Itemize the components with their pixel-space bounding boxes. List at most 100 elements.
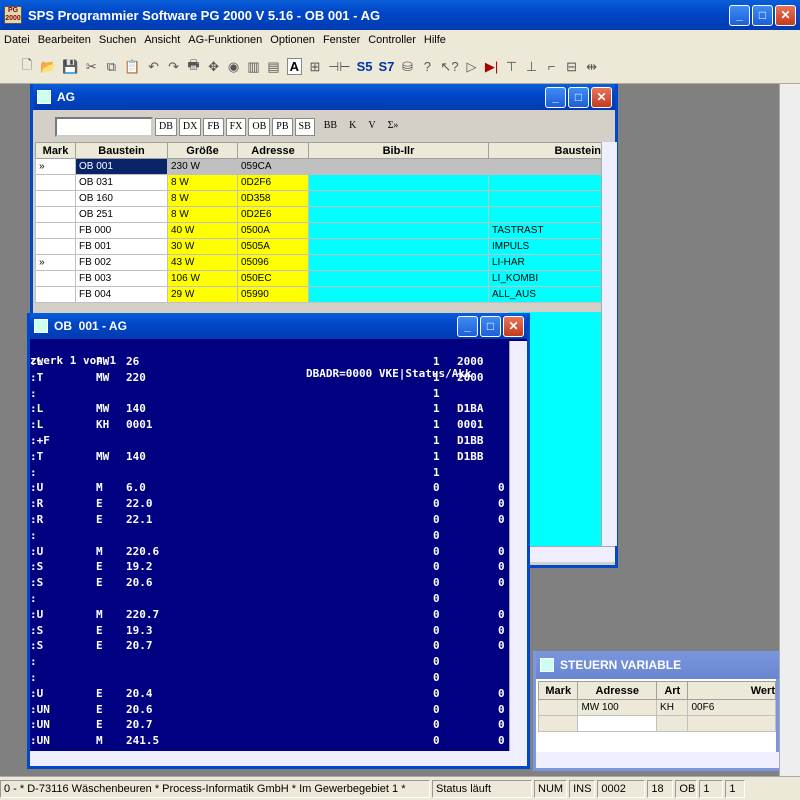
display-icon[interactable]: ▤ — [267, 59, 281, 75]
s7-button[interactable]: S7 — [379, 59, 395, 74]
sv-horizontal-scrollbar[interactable] — [536, 752, 779, 768]
cut-icon[interactable]: ✂ — [84, 59, 98, 75]
minimize-button[interactable]: _ — [729, 4, 750, 26]
new-file-icon[interactable]: 🗋 — [20, 56, 34, 78]
code-line[interactable]: :0 — [30, 592, 508, 608]
table-row[interactable]: OB 031 8 W 0D2F6 — [35, 174, 602, 191]
code-line[interactable]: :T MW 140 1 D1BB — [30, 450, 508, 466]
filter-sum[interactable]: Σ» — [385, 118, 402, 136]
undo-icon[interactable]: ↶ — [147, 59, 161, 75]
help-icon[interactable]: ? — [420, 59, 434, 74]
code-line[interactable]: :L MW 140 1 D1BA — [30, 402, 508, 418]
ag-close-button[interactable]: ✕ — [591, 86, 612, 108]
sv-new-addr-input[interactable] — [577, 715, 658, 732]
maximize-button[interactable]: □ — [752, 4, 773, 26]
menu-suchen[interactable]: Suchen — [99, 34, 136, 46]
coil-icon[interactable]: ⌐ — [545, 59, 559, 74]
play-icon[interactable]: ▷ — [465, 59, 479, 75]
ob-code-lines[interactable]: :L PW 26 1 2000:T MW 220 1 2000:1:L MW 140 1 D1BA:L K… — [30, 355, 508, 766]
ob-minimize-button[interactable]: _ — [457, 315, 478, 337]
menu-bearbeiten[interactable]: Bearbeiten — [38, 34, 91, 46]
code-line[interactable]: :UN M 241.5 0 0 — [30, 734, 508, 750]
ag-vertical-scrollbar[interactable] — [601, 142, 617, 546]
menu-controller[interactable]: Controller — [368, 34, 416, 46]
copy-icon[interactable]: ⧉ — [104, 59, 118, 75]
grid-icon[interactable]: ⊞ — [308, 59, 322, 75]
code-line[interactable]: :UN E 20.7 0 0 — [30, 718, 508, 734]
ob-maximize-button[interactable]: □ — [480, 315, 501, 337]
code-line[interactable]: :1 — [30, 387, 508, 403]
menu-datei[interactable]: Datei — [4, 34, 30, 46]
filter-bb[interactable]: BB — [321, 118, 340, 136]
menu-hilfe[interactable]: Hilfe — [424, 34, 446, 46]
contact-nc-icon[interactable]: ⊥ — [525, 59, 539, 75]
filter-ob[interactable]: OB — [248, 118, 271, 136]
sv-col-mark[interactable]: Mark — [537, 681, 579, 700]
sv-col-adresse[interactable]: Adresse — [577, 681, 658, 700]
col-mark[interactable]: Mark — [35, 142, 76, 159]
step-icon[interactable]: ▶| — [485, 59, 499, 75]
table-row[interactable]: FB 003 106 W 050EC LI_KOMBI — [35, 270, 602, 287]
code-line[interactable]: :0 — [30, 655, 508, 671]
code-line[interactable]: :0 — [30, 529, 508, 545]
code-line[interactable]: :UN E 20.6 0 0 — [30, 703, 508, 719]
table-row[interactable]: MW 100 KH 00F6 — [537, 699, 776, 716]
code-line[interactable]: :U M 220.6 0 0 — [30, 545, 508, 561]
code-line[interactable]: :U M 6.0 0 0 — [30, 481, 508, 497]
filter-fb[interactable]: FB — [203, 118, 224, 136]
paste-icon[interactable]: 📋 — [124, 59, 140, 75]
menu-fenster[interactable]: Fenster — [323, 34, 360, 46]
mdi-vertical-scrollbar[interactable] — [779, 84, 800, 776]
context-help-icon[interactable]: ↖? — [440, 59, 458, 75]
code-line[interactable]: :U M 220.7 0 0 — [30, 608, 508, 624]
ob-horizontal-scrollbar[interactable] — [30, 751, 527, 766]
menu-optionen[interactable]: Optionen — [270, 34, 315, 46]
network-icon[interactable]: ⇹ — [585, 59, 599, 75]
text-a-icon[interactable]: A — [286, 58, 302, 75]
table-row[interactable]: FB 001 30 W 0505A IMPULS — [35, 238, 602, 255]
table-row[interactable]: OB 251 8 W 0D2E6 — [35, 206, 602, 223]
code-line[interactable]: :S E 20.7 0 0 — [30, 639, 508, 655]
table-row[interactable]: FB 004 29 W 05990 ALL_AUS — [35, 286, 602, 303]
sv-col-art[interactable]: Art — [656, 681, 689, 700]
navigate-icon[interactable]: ✥ — [207, 59, 221, 75]
monitor-icon[interactable]: ▥ — [247, 59, 261, 75]
code-line[interactable]: :S E 19.3 0 0 — [30, 624, 508, 640]
redo-icon[interactable]: ↷ — [167, 59, 181, 75]
disk-icon[interactable]: ⛁ — [400, 59, 414, 75]
open-folder-icon[interactable]: 📂 — [40, 59, 56, 75]
code-line[interactable]: :U E 20.4 0 0 — [30, 687, 508, 703]
code-line[interactable]: :T MW 220 1 2000 — [30, 371, 508, 387]
code-line[interactable]: :1 — [30, 466, 508, 482]
s5-button[interactable]: S5 — [357, 59, 373, 74]
col-baustein[interactable]: Baustein — [75, 142, 168, 159]
save-icon[interactable]: 💾 — [62, 59, 78, 75]
ladder-icon[interactable]: ⊣⊢ — [328, 59, 351, 75]
code-line[interactable]: :L KH 0001 1 0001 — [30, 418, 508, 434]
menu-ansicht[interactable]: Ansicht — [144, 34, 180, 46]
print-icon[interactable]: 🖶 — [187, 56, 201, 78]
code-line[interactable]: :0 — [30, 671, 508, 687]
col-adresse[interactable]: Adresse — [237, 142, 309, 159]
ob-close-button[interactable]: ✕ — [503, 315, 524, 337]
contact-no-icon[interactable]: ⊤ — [505, 59, 519, 75]
table-row[interactable]: » OB 001 230 W 059CA — [35, 158, 602, 175]
menu-ag-funktionen[interactable]: AG-Funktionen — [188, 34, 262, 46]
ob-vertical-scrollbar[interactable] — [509, 341, 527, 751]
sv-col-wert[interactable]: Wert — [687, 681, 776, 700]
close-button[interactable]: ✕ — [775, 4, 796, 26]
filter-v[interactable]: V — [365, 118, 378, 136]
ag-filter-input[interactable] — [55, 117, 153, 137]
ag-minimize-button[interactable]: _ — [545, 86, 566, 108]
code-line[interactable]: :S E 20.6 0 0 — [30, 576, 508, 592]
record-icon[interactable]: ◉ — [227, 59, 241, 75]
col-bib-nr[interactable]: Bib-Ilr — [308, 142, 489, 159]
filter-k[interactable]: K — [346, 118, 359, 136]
filter-sb[interactable]: SB — [294, 118, 315, 136]
col-groesse[interactable]: Größe — [167, 142, 238, 159]
code-line[interactable]: :+F 1 D1BB — [30, 434, 508, 450]
table-row[interactable]: OB 160 8 W 0D358 — [35, 190, 602, 207]
filter-db[interactable]: DB — [155, 118, 177, 136]
table-row[interactable] — [537, 715, 776, 732]
ag-maximize-button[interactable]: □ — [568, 86, 589, 108]
